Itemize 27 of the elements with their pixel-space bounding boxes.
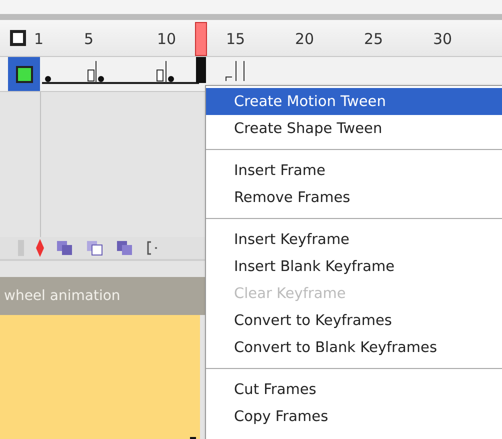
menu-item[interactable]: Convert to Blank Keyframes — [206, 334, 502, 361]
frame-number: 25 — [364, 30, 384, 48]
edit-frames-icon[interactable] — [116, 240, 134, 256]
menu-item[interactable]: Convert to Keyframes — [206, 307, 502, 334]
frame-number: 10 — [157, 30, 176, 48]
frame-number: 30 — [433, 30, 452, 48]
playhead-marker-icon[interactable] — [36, 239, 44, 257]
menu-item[interactable]: Insert Keyframe — [206, 226, 502, 253]
frame-number: 20 — [295, 30, 314, 48]
frame-number: 5 — [84, 30, 94, 48]
menu-item[interactable]: Create Motion Tween — [206, 88, 502, 115]
menu-item[interactable]: Insert Blank Keyframe — [206, 253, 502, 280]
onion-skin-icon[interactable] — [56, 240, 74, 256]
menu-item[interactable]: Copy Frames — [206, 403, 502, 430]
bracket-icon[interactable] — [146, 240, 160, 256]
layer-color-cell[interactable] — [8, 57, 40, 91]
scene-title: wheel animation — [4, 288, 120, 304]
layer-color-icon — [16, 66, 32, 82]
menu-item[interactable]: Remove Frames — [206, 184, 502, 211]
menu-item[interactable]: Create Shape Tween — [206, 115, 502, 142]
scrollbar-icon — [18, 240, 24, 256]
menu-item[interactable]: Insert Frame — [206, 157, 502, 184]
outline-icon[interactable] — [10, 30, 26, 46]
frame-number: 1 — [34, 30, 44, 48]
menu-item[interactable]: Cut Frames — [206, 376, 502, 403]
frame-number: 15 — [226, 30, 246, 48]
onion-outline-icon[interactable] — [86, 240, 104, 256]
